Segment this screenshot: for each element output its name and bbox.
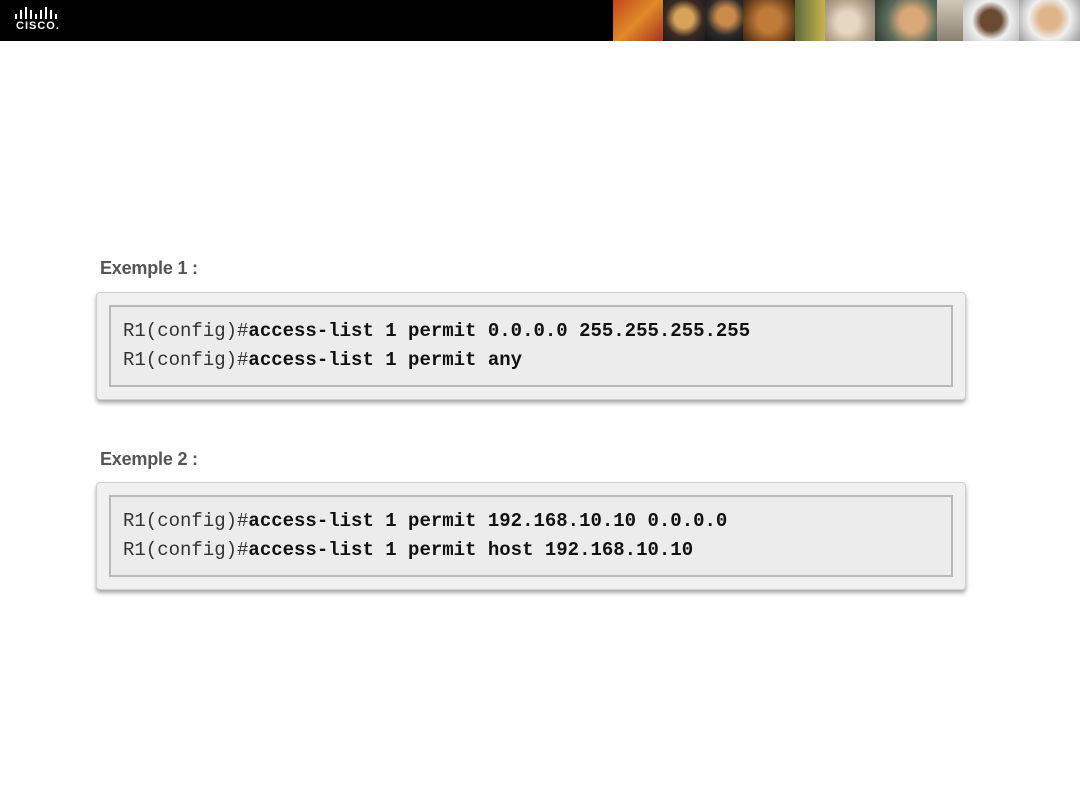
photo-1 [613,0,663,41]
photo-4 [743,0,795,41]
example-1-code-panel: R1(config)#access-list 1 permit 0.0.0.0 … [96,292,966,400]
cli-prompt: R1(config)# [123,539,249,561]
header-bar: CISCO. [0,0,1080,41]
code-line: R1(config)#access-list 1 permit 192.168.… [123,507,951,536]
example-2-label: Exemple 2 : [100,449,198,469]
photo-9 [963,0,1019,41]
cli-prompt: R1(config)# [123,510,249,532]
example-1-code-box: R1(config)#access-list 1 permit 0.0.0.0 … [109,305,953,387]
cisco-wordmark: CISCO. [16,20,60,32]
cli-command: access-list 1 permit 0.0.0.0 255.255.255… [248,320,751,342]
photo-3 [705,0,743,41]
cli-prompt: R1(config)# [123,349,249,371]
example-2-code-box: R1(config)#access-list 1 permit 192.168.… [109,495,953,577]
example-2-code-panel: R1(config)#access-list 1 permit 192.168.… [96,482,966,590]
example-1-label: Exemple 1 : [100,258,198,278]
photo-5 [795,0,825,41]
photo-6 [825,0,875,41]
cisco-logo: CISCO. [12,6,72,36]
cli-command: access-list 1 permit 192.168.10.10 0.0.0… [248,510,728,532]
photo-2 [663,0,705,41]
photo-8 [937,0,963,41]
cli-command: access-list 1 permit host 192.168.10.10 [248,539,694,561]
code-line: R1(config)#access-list 1 permit host 192… [123,536,951,565]
code-line: R1(config)#access-list 1 permit 0.0.0.0 … [123,317,951,346]
code-line: R1(config)#access-list 1 permit any [123,346,951,375]
photo-strip [613,0,1080,41]
cli-command: access-list 1 permit any [248,349,523,371]
cisco-bars-icon [15,7,57,19]
cli-prompt: R1(config)# [123,320,249,342]
photo-7 [875,0,937,41]
photo-10 [1019,0,1080,41]
